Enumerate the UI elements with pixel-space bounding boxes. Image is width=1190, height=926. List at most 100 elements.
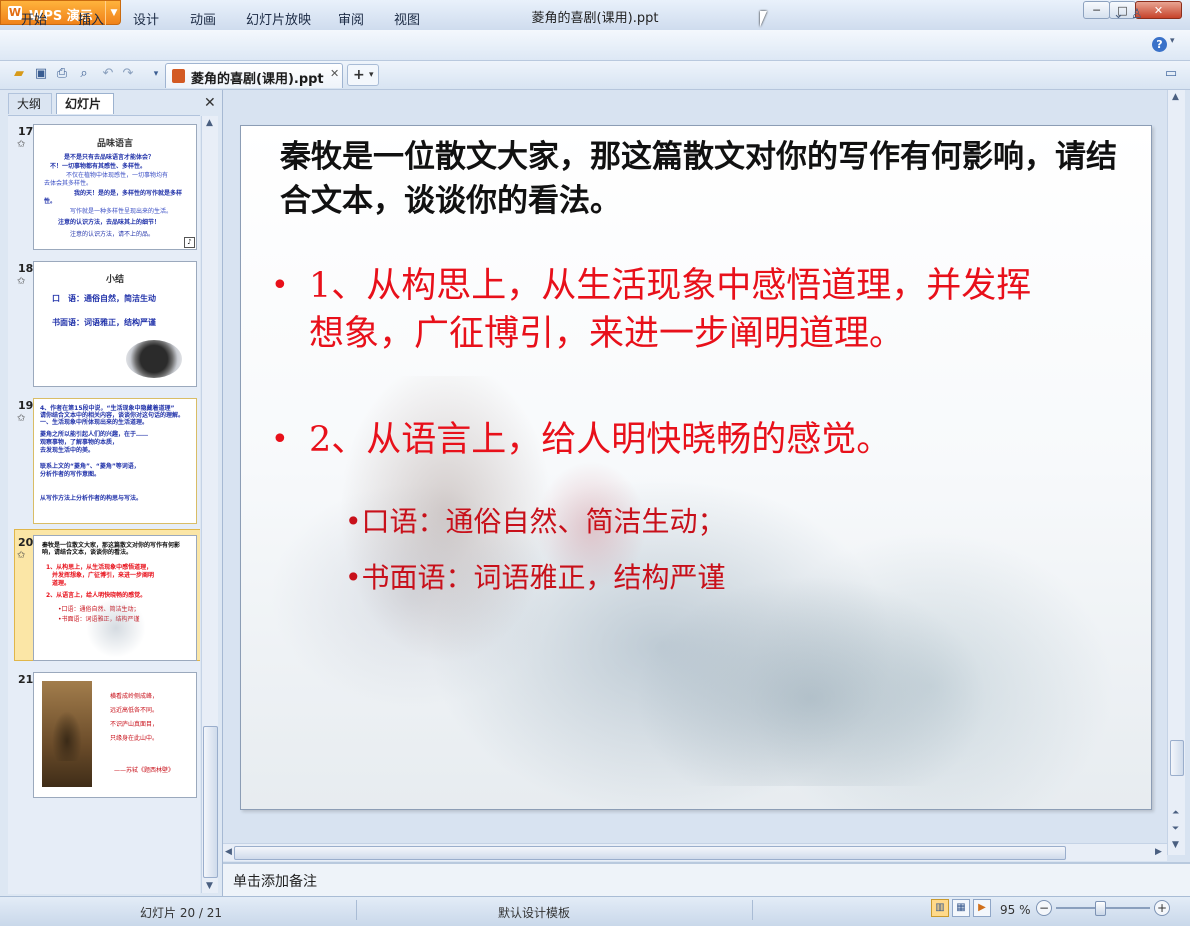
menu-bar <box>0 30 1190 61</box>
slide-thumbnail-image: 4、作者在第15段中说，“生活现象中隐藏着道理” 请你结合文本中的相关内容，谈谈… <box>33 398 197 524</box>
print-icon[interactable]: ⎙ <box>54 66 70 82</box>
chevron-down-icon[interactable]: ▾ <box>369 65 374 85</box>
slide-number: 20 <box>18 536 34 549</box>
undo-icon[interactable]: ↶ <box>100 66 116 82</box>
thumbnail-scrollbar[interactable]: ▲ ▼ <box>201 116 218 893</box>
editor-vertical-scrollbar[interactable]: ▲ ⏶ ⏷ ▼ <box>1167 90 1185 855</box>
scroll-down-icon[interactable]: ▼ <box>1172 840 1179 850</box>
scrollbar-thumb[interactable] <box>234 846 1066 860</box>
thumb-line: 不识庐山真面目， <box>110 721 159 728</box>
help-icon[interactable]: ? <box>1152 37 1167 52</box>
sub-point[interactable]: •口语：通俗自然、简洁生动； <box>345 500 726 540</box>
normal-view-icon[interactable]: ▥ <box>931 899 949 917</box>
skin-icon[interactable]: ♙ <box>1131 7 1143 22</box>
thumb-line: 注意的认识方法，去品味其上的细节！ <box>58 219 161 226</box>
redo-icon[interactable]: ↷ <box>120 66 136 82</box>
pane-toggle-icon[interactable]: ▭ <box>1163 66 1179 82</box>
zoom-out-button[interactable]: − <box>1036 900 1052 916</box>
bullet-marker: • <box>271 422 289 457</box>
slide-thumbnail-21[interactable]: 21 横看成岭侧成峰， 远近高低各不同。 不识庐山真面目， 只缘身在此山中。 —… <box>8 664 200 799</box>
scroll-right-icon[interactable]: ▶ <box>1155 847 1162 857</box>
scroll-down-icon[interactable]: ▼ <box>206 881 213 891</box>
slide-thumbnail-image: 横看成岭侧成峰， 远近高低各不同。 不识庐山真面目， 只缘身在此山中。 ——苏轼… <box>33 672 197 798</box>
slide-thumbnail-18[interactable]: 18 ✩ 小结 口 语：通俗自然，简洁生动 书面语：词语雅正，结构严谨 <box>8 253 200 388</box>
document-tab[interactable]: 菱角的喜剧(课用).ppt ✕ <box>165 63 343 88</box>
thumb-line: 2、从语言上，给人明快晓畅的感觉。 <box>46 592 147 599</box>
thumb-line: 去发现生活中的美。 <box>40 447 95 454</box>
close-tab-icon[interactable]: ✕ <box>330 67 339 80</box>
previous-slide-icon[interactable]: ⏶ <box>1172 808 1179 818</box>
close-pane-icon[interactable]: ✕ <box>204 95 216 111</box>
next-slide-icon[interactable]: ⏷ <box>1172 824 1179 834</box>
help-dropdown-icon[interactable]: ▾ <box>1170 36 1175 46</box>
slide-number: 17 <box>18 125 34 138</box>
menu-slideshow[interactable]: 幻灯片放映 <box>246 9 311 28</box>
tab-slides[interactable]: 幻灯片 <box>56 93 114 114</box>
slide-thumbnail-17[interactable]: 17 ✩ 品味语言 是不是只有去品味语言才能体会？ 不！一切事物都有其感性、多样… <box>8 116 200 251</box>
chevron-down-icon[interactable]: ⌄ <box>1113 7 1124 22</box>
tab-outline[interactable]: 大纲 <box>8 93 52 114</box>
zoom-slider-knob[interactable] <box>1095 901 1106 916</box>
new-tab-button[interactable]: + ▾ <box>347 64 379 86</box>
thumb-title: 品味语言 <box>96 139 133 149</box>
slide-number: 18 <box>18 262 34 275</box>
thumb-line: 注意的认识方法，请不上的品。 <box>70 231 155 238</box>
background-leaves-art <box>621 566 1001 786</box>
menu-review[interactable]: 审阅 <box>338 9 364 28</box>
slide-indicator: 幻灯片 20 / 21 <box>140 906 223 920</box>
scroll-up-icon[interactable]: ▲ <box>206 118 213 128</box>
design-template-label[interactable]: 默认设计模板 <box>498 904 570 921</box>
menu-home[interactable]: 开始 <box>21 9 47 28</box>
thumb-line: 菱角之所以能引起人们的兴趣，在于…… <box>40 431 149 438</box>
notes-pane[interactable]: 单击添加备注 <box>223 862 1190 898</box>
slide-thumbnail-list[interactable]: 17 ✩ 品味语言 是不是只有去品味语言才能体会？ 不！一切事物都有其感性、多样… <box>8 115 200 894</box>
thumb-line: 去体会其多样性。 <box>44 180 93 187</box>
scroll-left-icon[interactable]: ◀ <box>225 847 232 857</box>
print-preview-icon[interactable]: ⌕ <box>76 66 92 82</box>
slide-sorter-icon[interactable]: ▦ <box>952 899 970 917</box>
editor-horizontal-scrollbar[interactable]: ◀ ▶ <box>223 843 1167 861</box>
zoom-in-button[interactable]: + <box>1154 900 1170 916</box>
slide-title[interactable]: 秦牧是一位散文大家，那这篇散文对你的写作有何影响，请结合文本，谈谈你的看法。 <box>280 135 1120 223</box>
scrollbar-thumb[interactable] <box>1170 740 1184 776</box>
current-slide[interactable]: 秦牧是一位散文大家，那这篇散文对你的写作有何影响，请结合文本，谈谈你的看法。 •… <box>240 125 1152 810</box>
sub-point[interactable]: •书面语：词语雅正，结构严谨 <box>345 556 726 596</box>
menu-insert[interactable]: 插入 <box>78 9 104 28</box>
thumb-line: 不！一切事物都有其感性、多样性。 <box>50 163 147 170</box>
thumb-line: 请你结合文本中的相关内容，谈谈你对这句话的理解。 <box>40 412 185 419</box>
mouse-cursor-icon <box>760 11 767 27</box>
open-folder-icon[interactable]: ▰ <box>11 66 27 82</box>
minimize-button[interactable]: ─ <box>1083 1 1110 19</box>
scrollbar-thumb[interactable] <box>203 726 218 878</box>
thumb-line: 4、作者在第15段中说，“生活现象中隐藏着道理” <box>40 405 175 412</box>
scroll-up-icon[interactable]: ▲ <box>1172 92 1179 102</box>
thumb-line: 写作就是一种多样性呈现出来的生活。 <box>70 208 173 215</box>
save-icon[interactable]: ▣ <box>33 66 49 82</box>
zoom-level[interactable]: 95 % <box>1000 903 1031 917</box>
slideshow-icon[interactable]: ▶ <box>973 899 991 917</box>
thumb-line: 一、生活现象中所体现出来的生活道理。 <box>40 419 149 426</box>
document-tab-label: 菱角的喜剧(课用).ppt <box>191 72 324 87</box>
water-chestnut-image <box>126 340 182 378</box>
transition-star-icon: ✩ <box>17 276 26 287</box>
thumb-line: 响，请结合文本，谈谈你的看法。 <box>42 549 133 556</box>
window-title: 菱角的喜剧(课用).ppt <box>531 11 659 26</box>
thumb-line: 远近高低各不同。 <box>110 707 159 714</box>
thumb-line: ——苏轼《题西林壁》 <box>114 767 175 774</box>
customize-icon[interactable]: ▾ <box>148 66 164 82</box>
thumb-line: 只缘身在此山中。 <box>110 735 159 742</box>
notes-placeholder[interactable]: 单击添加备注 <box>233 871 317 891</box>
bullet-text: 2、从语言上，给人明快晓畅的感觉。 <box>309 420 892 460</box>
slide-thumbnail-19[interactable]: 19 ✩ 4、作者在第15段中说，“生活现象中隐藏着道理” 请你结合文本中的相关… <box>8 390 200 525</box>
slide-thumbnail-image: 小结 口 语：通俗自然，简洁生动 书面语：词语雅正，结构严谨 <box>33 261 197 387</box>
menu-view[interactable]: 视图 <box>394 9 420 28</box>
slide-thumbnail-20[interactable]: 20 ✩ 秦牧是一位散文大家，那这篇散文对你的写作有何影 响，请结合文本，谈谈你… <box>8 527 200 662</box>
menu-animation[interactable]: 动画 <box>190 9 216 28</box>
bullet-text: 1、从构思上，从生活现象中感悟道理，并发挥想象，广征博引，来进一步阐明道理。 <box>309 266 1032 354</box>
menu-design[interactable]: 设计 <box>133 9 159 28</box>
thumb-line: 道理。 <box>52 580 71 587</box>
status-divider <box>356 900 357 920</box>
thumb-line: 1、从构思上，从生活现象中感悟道理， <box>46 564 153 571</box>
transition-star-icon: ✩ <box>17 550 26 561</box>
thumb-line: 横看成岭侧成峰， <box>110 693 159 700</box>
